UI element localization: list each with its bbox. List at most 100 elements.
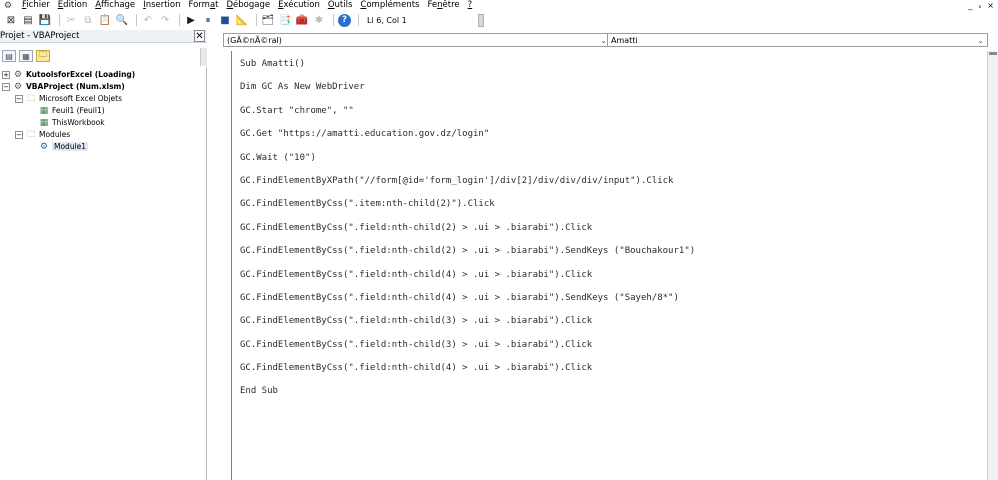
close-icon[interactable]: ✕ bbox=[194, 30, 205, 42]
toolbar-grip[interactable] bbox=[478, 14, 484, 27]
chevron-down-icon[interactable]: ⌄ bbox=[600, 34, 607, 47]
menu-item-text: Form bbox=[188, 0, 210, 10]
code-line[interactable]: GC.FindElementByCss(".field:nth-child(4)… bbox=[240, 287, 980, 310]
tree-node[interactable]: − 🗀 Microsoft Excel Objets bbox=[15, 93, 122, 104]
object-dropdown[interactable]: (GÃ©nÃ©ral) ⌄ bbox=[223, 33, 611, 47]
tree-node[interactable]: − ⚙ VBAProject (Num.xlsm) bbox=[2, 81, 125, 92]
project-explorer-toolbar: ▤ ▦ 🗀 bbox=[0, 48, 207, 64]
menu-item[interactable]: Compléments bbox=[360, 0, 419, 11]
menu-item-text: Fe bbox=[427, 0, 438, 10]
code-line[interactable]: GC.FindElementByCss(".field:nth-child(4)… bbox=[240, 357, 980, 380]
find-icon[interactable]: 🔍 bbox=[115, 13, 129, 27]
menu-item[interactable]: Débogage bbox=[227, 0, 271, 11]
menu-items: Fichier Edition Affichage Insertion Format Dé… bbox=[20, 0, 478, 11]
toggle-folders-icon[interactable]: 🗀 bbox=[36, 50, 50, 62]
scrollbar-thumb[interactable] bbox=[989, 52, 997, 55]
tree-node[interactable]: ▦ Feuil1 (Feuil1) bbox=[28, 105, 105, 116]
run-icon[interactable]: ▶ bbox=[184, 13, 198, 27]
toolbox-icon[interactable]: ✱ bbox=[312, 13, 326, 27]
view-excel-icon[interactable]: ⊠ bbox=[4, 13, 18, 27]
design-mode-icon[interactable]: 📐 bbox=[235, 13, 249, 27]
save-icon[interactable]: 💾 bbox=[38, 13, 52, 27]
menu-item-text: ichier bbox=[26, 0, 50, 10]
menu-item[interactable]: ? bbox=[468, 0, 473, 11]
collapse-icon[interactable]: − bbox=[15, 130, 23, 139]
view-code-icon[interactable]: ▤ bbox=[2, 50, 16, 62]
close-icon[interactable]: × bbox=[987, 0, 994, 11]
menu-item[interactable]: Insertion bbox=[143, 0, 180, 11]
undo-icon[interactable]: ↶ bbox=[141, 13, 155, 27]
project-explorer-scrollbar[interactable] bbox=[200, 48, 207, 66]
code-line[interactable]: GC.FindElementByCss(".field:nth-child(3)… bbox=[240, 334, 980, 357]
tree-node[interactable]: + ⚙ KutoolsforExcel (Loading) bbox=[2, 69, 135, 80]
code-line[interactable]: GC.FindElementByCss(".field:nth-child(2)… bbox=[240, 240, 980, 263]
minimize-icon[interactable]: _ bbox=[968, 0, 972, 11]
tree-node[interactable]: ▦ ThisWorkbook bbox=[28, 117, 105, 128]
paste-icon[interactable]: 📋 bbox=[98, 13, 112, 27]
menu-item[interactable]: Affichage bbox=[95, 0, 135, 11]
code-line[interactable]: GC.Wait ("10") bbox=[240, 147, 980, 170]
code-editor[interactable]: Sub Amatti() Dim GC As New WebDriver GC.St… bbox=[231, 51, 989, 480]
chevron-down-icon[interactable]: ⌄ bbox=[977, 34, 984, 47]
worksheet-icon: ▦ bbox=[39, 105, 49, 116]
help-icon[interactable]: ? bbox=[338, 13, 351, 27]
break-icon[interactable]: ⏸ bbox=[201, 13, 215, 27]
code-line[interactable]: GC.FindElementByXPath("//form[@id='form_… bbox=[240, 170, 980, 193]
menu-item-text: utils bbox=[334, 0, 353, 10]
code-lines: Sub Amatti() Dim GC As New WebDriver GC.St… bbox=[240, 53, 980, 404]
properties-window-icon[interactable]: 📑 bbox=[278, 13, 292, 27]
standard-toolbar: ⊠ ▤ 💾 ✂ ⧉ 📋 🔍 ↶ ↷ ▶ ⏸ ■ 📐 🗂 📑 🧰 ✱ ? Li 6… bbox=[0, 12, 998, 28]
restore-icon[interactable]: ₛ bbox=[978, 0, 981, 11]
object-dropdown-value: (GÃ©nÃ©ral) bbox=[227, 36, 282, 45]
collapse-icon[interactable]: − bbox=[2, 82, 10, 91]
tree-node-label: VBAProject (Num.xlsm) bbox=[26, 82, 125, 91]
tree-node-label: Microsoft Excel Objets bbox=[39, 94, 122, 103]
project-explorer-title: Projet - VBAProject bbox=[0, 31, 80, 41]
vba-app-icon[interactable]: ⚙ bbox=[0, 0, 16, 11]
menu-item-accelerator: ? bbox=[467, 0, 473, 10]
code-pane: (GÃ©nÃ©ral) ⌄ Amatti ⌄ Sub Amatti() Dim G… bbox=[209, 30, 998, 480]
project-explorer-icon[interactable]: 🗂 bbox=[261, 13, 275, 27]
redo-icon[interactable]: ↷ bbox=[158, 13, 172, 27]
tree-node-label: Module1 bbox=[52, 142, 89, 151]
menu-item-text: t bbox=[215, 0, 219, 10]
code-line[interactable]: End Sub bbox=[240, 380, 980, 403]
expand-icon[interactable]: + bbox=[2, 70, 10, 79]
code-line[interactable]: GC.FindElementByCss(".field:nth-child(3)… bbox=[240, 310, 980, 333]
menu-item[interactable]: Format bbox=[189, 0, 219, 11]
collapse-icon[interactable]: − bbox=[15, 94, 23, 103]
reset-icon[interactable]: ■ bbox=[218, 13, 232, 27]
menu-item[interactable]: Exécution bbox=[278, 0, 320, 11]
window-controls: _ ₛ × bbox=[968, 0, 994, 11]
procedure-dropdown[interactable]: Amatti ⌄ bbox=[607, 33, 988, 47]
menu-item-text: ébogage bbox=[233, 0, 271, 10]
toolbar-separator bbox=[59, 14, 60, 26]
cut-icon[interactable]: ✂ bbox=[64, 13, 78, 27]
code-line[interactable]: Dim GC As New WebDriver bbox=[240, 76, 980, 99]
menu-item-text: xécution bbox=[283, 0, 320, 10]
tree-node[interactable]: ⚙ Module1 bbox=[28, 141, 89, 152]
code-line[interactable]: GC.FindElementByCss(".item:nth-child(2)"… bbox=[240, 193, 980, 216]
code-vertical-scrollbar[interactable] bbox=[987, 51, 998, 480]
code-line[interactable]: GC.Get "https://amatti.education.gov.dz/… bbox=[240, 123, 980, 146]
menu-item[interactable]: Fenêtre bbox=[427, 0, 459, 11]
menu-item[interactable]: Fichier bbox=[22, 0, 50, 11]
menu-item[interactable]: Edition bbox=[58, 0, 87, 11]
code-line[interactable]: GC.FindElementByCss(".field:nth-child(4)… bbox=[240, 264, 980, 287]
tree-node-label: Feuil1 (Feuil1) bbox=[52, 106, 105, 115]
object-browser-icon[interactable]: 🧰 bbox=[295, 13, 309, 27]
view-object-icon[interactable]: ▦ bbox=[19, 50, 33, 62]
tree-node[interactable]: − 🗀 Modules bbox=[15, 129, 70, 140]
toolbar-separator bbox=[333, 14, 334, 26]
vba-project-icon: ⚙ bbox=[13, 81, 23, 92]
code-line[interactable]: GC.Start "chrome", "" bbox=[240, 100, 980, 123]
menu-item[interactable]: Outils bbox=[328, 0, 353, 11]
menu-item-text: ompléments bbox=[366, 0, 420, 10]
menu-item-text: nsertion bbox=[145, 0, 181, 10]
code-line[interactable]: GC.FindElementByCss(".field:nth-child(2)… bbox=[240, 217, 980, 240]
insert-userform-icon[interactable]: ▤ bbox=[21, 13, 35, 27]
code-line[interactable]: Sub Amatti() bbox=[240, 53, 980, 76]
copy-icon[interactable]: ⧉ bbox=[81, 13, 95, 27]
module-icon: ⚙ bbox=[39, 141, 49, 152]
menu-item-text: ffichage bbox=[101, 0, 136, 10]
